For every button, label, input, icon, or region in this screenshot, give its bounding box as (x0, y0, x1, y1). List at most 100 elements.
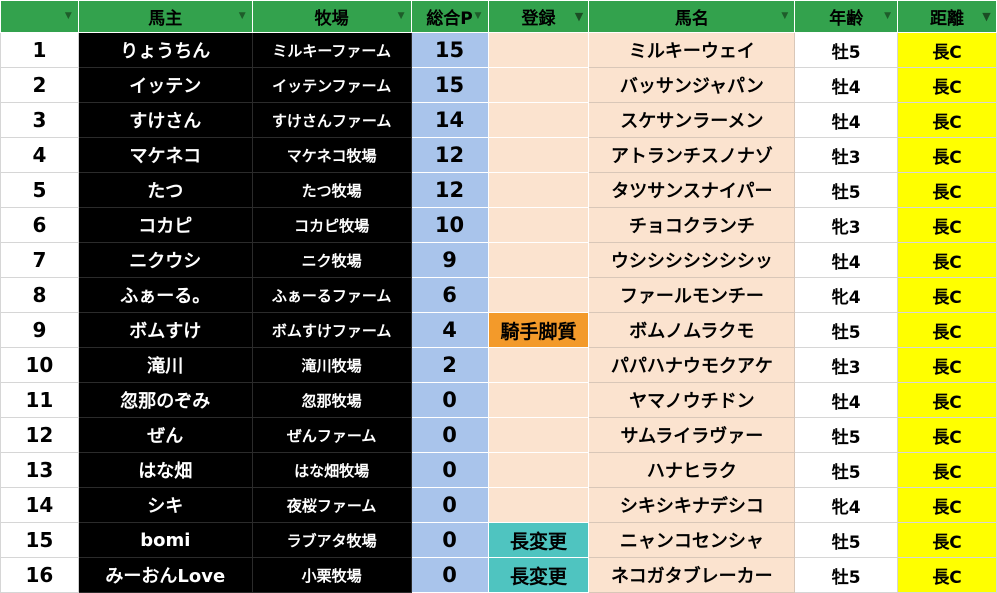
owner-cell[interactable]: マケネコ (77, 137, 253, 173)
farm-cell[interactable]: ふぁーるファーム (251, 277, 412, 313)
registration-cell[interactable] (487, 207, 590, 243)
farm-cell[interactable]: ラブアタ牧場 (251, 522, 412, 558)
registration-cell[interactable] (487, 102, 590, 138)
owner-cell[interactable]: たつ (77, 172, 253, 208)
row-number-cell[interactable]: 11 (0, 382, 79, 418)
distance-cell[interactable]: 長C (897, 382, 997, 418)
distance-cell[interactable]: 長C (897, 452, 997, 488)
horse-name-cell[interactable]: サムライラヴァー (588, 417, 796, 453)
age-cell[interactable]: 牡4 (794, 382, 899, 418)
registration-cell[interactable] (487, 452, 590, 488)
owner-cell[interactable]: コカピ (77, 207, 253, 243)
farm-cell[interactable]: ミルキーファーム (251, 32, 412, 68)
age-cell[interactable]: 牡5 (794, 522, 899, 558)
registration-cell[interactable] (487, 172, 590, 208)
owner-cell[interactable]: 滝川 (77, 347, 253, 383)
horse-name-cell[interactable]: シキシキナデシコ (588, 487, 796, 523)
age-cell[interactable]: 牡4 (794, 67, 899, 103)
age-cell[interactable]: 牡5 (794, 452, 899, 488)
owner-cell[interactable]: ニクウシ (77, 242, 253, 278)
horse-name-cell[interactable]: チョコクランチ (588, 207, 796, 243)
distance-cell[interactable]: 長C (897, 522, 997, 558)
age-cell[interactable]: 牝4 (794, 487, 899, 523)
age-cell[interactable]: 牡3 (794, 347, 899, 383)
registration-cell[interactable] (487, 32, 590, 68)
distance-cell[interactable]: 長C (897, 137, 997, 173)
distance-cell[interactable]: 長C (897, 277, 997, 313)
farm-cell[interactable]: イッテンファーム (251, 67, 412, 103)
age-cell[interactable]: 牝4 (794, 277, 899, 313)
points-cell[interactable]: 0 (410, 452, 489, 488)
farm-cell[interactable]: ニク牧場 (251, 242, 412, 278)
row-number-cell[interactable]: 3 (0, 102, 79, 138)
distance-cell[interactable]: 長C (897, 487, 997, 523)
distance-cell[interactable]: 長C (897, 207, 997, 243)
farm-cell[interactable]: ボムすけファーム (251, 312, 412, 348)
horse-name-cell[interactable]: パパハナウモクアケ (588, 347, 796, 383)
horse-name-cell[interactable]: ボムノムラクモ (588, 312, 796, 348)
registration-cell[interactable] (487, 242, 590, 278)
registration-cell[interactable]: 騎手脚質 (487, 312, 590, 348)
owner-cell[interactable]: はな畑 (77, 452, 253, 488)
owner-cell[interactable]: みーおんLove (77, 557, 253, 593)
points-cell[interactable]: 6 (410, 277, 489, 313)
horse-name-cell[interactable]: ミルキーウェイ (588, 32, 796, 68)
farm-cell[interactable]: すけさんファーム (251, 102, 412, 138)
points-cell[interactable]: 14 (410, 102, 489, 138)
distance-cell[interactable]: 長C (897, 172, 997, 208)
row-number-cell[interactable]: 7 (0, 242, 79, 278)
row-number-cell[interactable]: 10 (0, 347, 79, 383)
age-cell[interactable]: 牡5 (794, 172, 899, 208)
farm-cell[interactable]: たつ牧場 (251, 172, 412, 208)
distance-cell[interactable]: 長C (897, 312, 997, 348)
farm-cell[interactable]: マケネコ牧場 (251, 137, 412, 173)
header-farm[interactable]: 牧場 ▼ (251, 0, 412, 33)
owner-cell[interactable]: bomi (77, 522, 253, 558)
horse-name-cell[interactable]: タツサンスナイパー (588, 172, 796, 208)
row-number-cell[interactable]: 16 (0, 557, 79, 593)
farm-cell[interactable]: はな畑牧場 (251, 452, 412, 488)
points-cell[interactable]: 2 (410, 347, 489, 383)
points-cell[interactable]: 12 (410, 137, 489, 173)
registration-cell[interactable] (487, 487, 590, 523)
farm-cell[interactable]: 滝川牧場 (251, 347, 412, 383)
age-cell[interactable]: 牡5 (794, 312, 899, 348)
row-number-cell[interactable]: 4 (0, 137, 79, 173)
points-cell[interactable]: 10 (410, 207, 489, 243)
points-cell[interactable]: 15 (410, 67, 489, 103)
row-number-cell[interactable]: 14 (0, 487, 79, 523)
header-index[interactable]: ▼ (0, 0, 79, 33)
horse-name-cell[interactable]: ファールモンチー (588, 277, 796, 313)
row-number-cell[interactable]: 2 (0, 67, 79, 103)
age-cell[interactable]: 牡5 (794, 417, 899, 453)
row-number-cell[interactable]: 13 (0, 452, 79, 488)
distance-cell[interactable]: 長C (897, 32, 997, 68)
owner-cell[interactable]: りょうちん (77, 32, 253, 68)
filter-dropdown-icon[interactable]: ▼ (395, 10, 408, 23)
distance-cell[interactable]: 長C (897, 242, 997, 278)
points-cell[interactable]: 0 (410, 417, 489, 453)
horse-name-cell[interactable]: ハナヒラク (588, 452, 796, 488)
row-number-cell[interactable]: 5 (0, 172, 79, 208)
horse-name-cell[interactable]: ニャンコセンシャ (588, 522, 796, 558)
registration-cell[interactable] (487, 277, 590, 313)
owner-cell[interactable]: ボムすけ (77, 312, 253, 348)
row-number-cell[interactable]: 1 (0, 32, 79, 68)
registration-cell[interactable] (487, 137, 590, 173)
age-cell[interactable]: 牡4 (794, 102, 899, 138)
farm-cell[interactable]: 夜桜ファーム (251, 487, 412, 523)
row-number-cell[interactable]: 8 (0, 277, 79, 313)
filter-dropdown-icon[interactable]: ▼ (62, 10, 75, 23)
farm-cell[interactable]: 小栗牧場 (251, 557, 412, 593)
registration-cell[interactable]: 長変更 (487, 557, 590, 593)
points-cell[interactable]: 0 (410, 487, 489, 523)
horse-name-cell[interactable]: バッサンジャパン (588, 67, 796, 103)
farm-cell[interactable]: ぜんファーム (251, 417, 412, 453)
points-cell[interactable]: 15 (410, 32, 489, 68)
distance-cell[interactable]: 長C (897, 67, 997, 103)
horse-name-cell[interactable]: スケサンラーメン (588, 102, 796, 138)
distance-cell[interactable]: 長C (897, 557, 997, 593)
distance-cell[interactable]: 長C (897, 347, 997, 383)
header-owner[interactable]: 馬主 ▼ (77, 0, 253, 33)
registration-cell[interactable] (487, 417, 590, 453)
